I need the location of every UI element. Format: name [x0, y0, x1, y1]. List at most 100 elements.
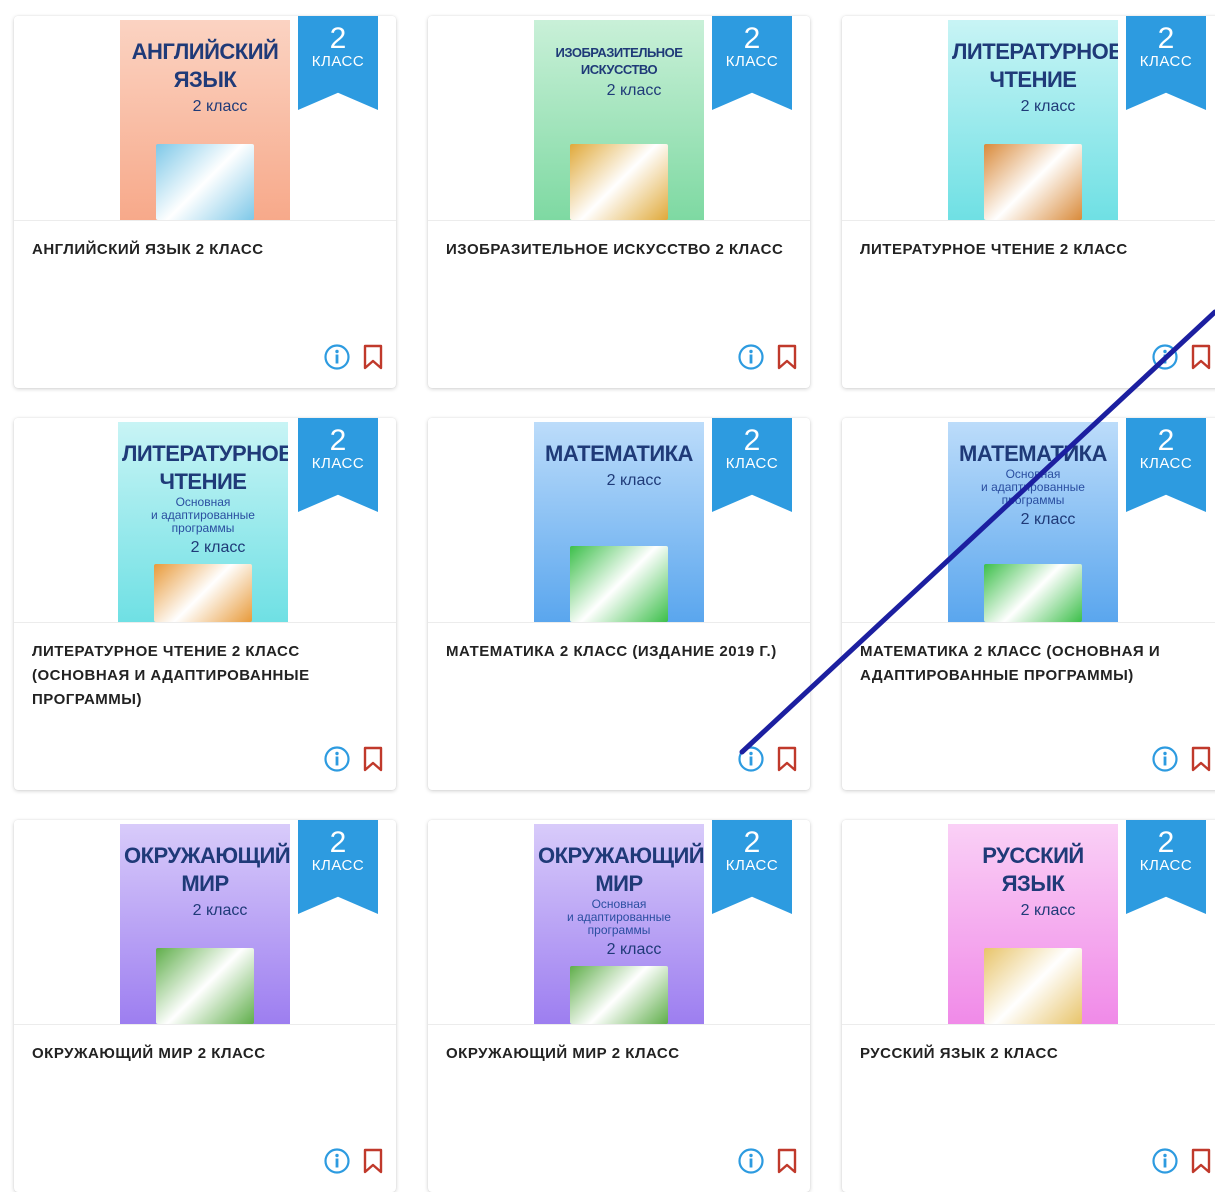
textbook-card[interactable]: ЛИТЕРАТУРНОЕ ЧТЕНИЕ 2 класс 2 КЛАСС ЛИТЕ… [842, 16, 1215, 388]
info-icon[interactable] [736, 342, 766, 372]
bookmark-icon[interactable] [772, 1146, 802, 1176]
grade-label: КЛАСС [311, 53, 365, 70]
cover-area[interactable]: ИЗОБРАЗИТЕЛЬНОЕ ИСКУССТВО 2 класс 2 КЛАС… [428, 16, 810, 221]
info-icon[interactable] [1150, 744, 1180, 774]
cover-area[interactable]: ОКРУЖАЮЩИЙ МИР Основная и адаптированные… [428, 820, 810, 1025]
textbook-card[interactable]: ОКРУЖАЮЩИЙ МИР Основная и адаптированные… [428, 820, 810, 1192]
card-title[interactable]: РУССКИЙ ЯЗЫК 2 КЛАСС [860, 1042, 1212, 1066]
grade-label: КЛАСС [311, 455, 365, 472]
bookmark-icon[interactable] [358, 1146, 388, 1176]
grade-ribbon: 2 КЛАСС [1126, 820, 1206, 914]
publisher-mark [118, 422, 288, 428]
grade-label: КЛАСС [1139, 455, 1193, 472]
grade-number: 2 [1157, 826, 1175, 859]
cover-area[interactable]: РУССКИЙ ЯЗЫК 2 класс 2 КЛАСС [842, 820, 1215, 1025]
info-icon[interactable] [736, 744, 766, 774]
book-cover-image: АНГЛИЙСКИЙ ЯЗЫК 2 класс [120, 20, 290, 220]
cover-illustration [156, 948, 254, 1024]
cover-illustration [570, 144, 668, 220]
card-title[interactable]: ЛИТЕРАТУРНОЕ ЧТЕНИЕ 2 КЛАСС [860, 238, 1212, 262]
card-actions [322, 744, 388, 774]
grade-label: КЛАСС [1139, 857, 1193, 874]
grade-ribbon: 2 КЛАСС [1126, 16, 1206, 110]
cover-title: РУССКИЙ ЯЗЫК [982, 843, 1084, 896]
grade-number: 2 [329, 424, 347, 457]
grade-ribbon: 2 КЛАСС [712, 820, 792, 914]
publisher-mark [948, 422, 1118, 428]
bookmark-icon[interactable] [1186, 1146, 1215, 1176]
cover-grade: 2 класс [192, 902, 248, 919]
bookmark-icon[interactable] [1186, 342, 1215, 372]
textbook-card[interactable]: РУССКИЙ ЯЗЫК 2 класс 2 КЛАСС РУССКИЙ ЯЗЫ… [842, 820, 1215, 1192]
grade-label: КЛАСС [725, 455, 779, 472]
info-icon[interactable] [736, 1146, 766, 1176]
cover-title: АНГЛИЙСКИЙ ЯЗЫК [131, 39, 279, 92]
card-title[interactable]: ИЗОБРАЗИТЕЛЬНОЕ ИСКУССТВО 2 КЛАСС [446, 238, 798, 262]
grade-ribbon: 2 КЛАСС [712, 16, 792, 110]
card-title[interactable]: МАТЕМАТИКА 2 КЛАСС (ИЗДАНИЕ 2019 Г.) [446, 640, 798, 664]
info-icon[interactable] [1150, 1146, 1180, 1176]
cover-area[interactable]: ЛИТЕРАТУРНОЕ ЧТЕНИЕ 2 класс 2 КЛАСС [842, 16, 1215, 221]
grade-ribbon: 2 КЛАСС [298, 820, 378, 914]
cover-area[interactable]: МАТЕМАТИКА Основная и адаптированные про… [842, 418, 1215, 623]
cover-grade: 2 класс [1020, 98, 1076, 115]
bookmark-icon[interactable] [772, 342, 802, 372]
textbook-card[interactable]: ИЗОБРАЗИТЕЛЬНОЕ ИСКУССТВО 2 класс 2 КЛАС… [428, 16, 810, 388]
grade-ribbon: 2 КЛАСС [712, 418, 792, 512]
publisher-mark [120, 20, 290, 26]
card-actions [736, 1146, 802, 1176]
card-title[interactable]: МАТЕМАТИКА 2 КЛАСС (ОСНОВНАЯ И АДАПТИРОВ… [860, 640, 1212, 688]
book-cover-image: ЛИТЕРАТУРНОЕ ЧТЕНИЕ Основная и адаптиров… [118, 422, 288, 622]
card-title[interactable]: ЛИТЕРАТУРНОЕ ЧТЕНИЕ 2 КЛАСС (ОСНОВНАЯ И … [32, 640, 384, 712]
book-cover-image: ИЗОБРАЗИТЕЛЬНОЕ ИСКУССТВО 2 класс [534, 20, 704, 220]
cover-subtitle: Основная и адаптированные программы [567, 897, 671, 937]
info-icon[interactable] [322, 744, 352, 774]
bookmark-icon[interactable] [1186, 744, 1215, 774]
card-actions [736, 342, 802, 372]
info-icon[interactable] [1150, 342, 1180, 372]
textbook-card[interactable]: МАТЕМАТИКА Основная и адаптированные про… [842, 418, 1215, 790]
textbook-card[interactable]: МАТЕМАТИКА 2 класс 2 КЛАСС МАТЕМАТИКА 2 … [428, 418, 810, 790]
textbook-card[interactable]: АНГЛИЙСКИЙ ЯЗЫК 2 класс 2 КЛАСС АНГЛИЙСК… [14, 16, 396, 388]
cover-grade: 2 класс [190, 539, 246, 556]
cover-title: ЛИТЕРАТУРНОЕ ЧТЕНИЕ [122, 441, 288, 494]
cover-area[interactable]: АНГЛИЙСКИЙ ЯЗЫК 2 класс 2 КЛАСС [14, 16, 396, 221]
cover-illustration [156, 144, 254, 220]
textbook-card[interactable]: ОКРУЖАЮЩИЙ МИР 2 класс 2 КЛАСС ОКРУЖАЮЩИ… [14, 820, 396, 1192]
cover-area[interactable]: ОКРУЖАЮЩИЙ МИР 2 класс 2 КЛАСС [14, 820, 396, 1025]
grade-ribbon: 2 КЛАСС [1126, 418, 1206, 512]
grade-number: 2 [1157, 424, 1175, 457]
cover-area[interactable]: ЛИТЕРАТУРНОЕ ЧТЕНИЕ Основная и адаптиров… [14, 418, 396, 623]
grade-label: КЛАСС [1139, 53, 1193, 70]
grade-number: 2 [743, 22, 761, 55]
textbook-card[interactable]: ЛИТЕРАТУРНОЕ ЧТЕНИЕ Основная и адаптиров… [14, 418, 396, 790]
card-title[interactable]: ОКРУЖАЮЩИЙ МИР 2 КЛАСС [446, 1042, 798, 1066]
cover-illustration [984, 948, 1082, 1024]
cover-title: ЛИТЕРАТУРНОЕ ЧТЕНИЕ [952, 39, 1118, 92]
cover-grade: 2 класс [606, 941, 662, 958]
cover-area[interactable]: МАТЕМАТИКА 2 класс 2 КЛАСС [428, 418, 810, 623]
bookmark-icon[interactable] [358, 744, 388, 774]
cover-title: ОКРУЖАЮЩИЙ МИР [538, 843, 704, 896]
grade-number: 2 [1157, 22, 1175, 55]
cover-grade: 2 класс [1020, 902, 1076, 919]
cover-grade: 2 класс [192, 98, 248, 115]
cover-grade: 2 класс [1020, 511, 1076, 528]
cover-illustration [154, 564, 252, 622]
book-cover-image: ОКРУЖАЮЩИЙ МИР 2 класс [120, 824, 290, 1024]
grade-ribbon: 2 КЛАСС [298, 418, 378, 512]
grade-label: КЛАСС [311, 857, 365, 874]
info-icon[interactable] [322, 342, 352, 372]
book-cover-image: МАТЕМАТИКА 2 класс [534, 422, 704, 622]
info-icon[interactable] [322, 1146, 352, 1176]
bookmark-icon[interactable] [358, 342, 388, 372]
cover-title: МАТЕМАТИКА [545, 441, 693, 466]
book-cover-image: ЛИТЕРАТУРНОЕ ЧТЕНИЕ 2 класс [948, 20, 1118, 220]
cover-title: ОКРУЖАЮЩИЙ МИР [124, 843, 290, 896]
card-title[interactable]: ОКРУЖАЮЩИЙ МИР 2 КЛАСС [32, 1042, 384, 1066]
card-actions [1150, 342, 1215, 372]
cover-subtitle: Основная и адаптированные программы [981, 467, 1085, 507]
publisher-mark [534, 824, 704, 830]
card-title[interactable]: АНГЛИЙСКИЙ ЯЗЫК 2 КЛАСС [32, 238, 384, 262]
bookmark-icon[interactable] [772, 744, 802, 774]
